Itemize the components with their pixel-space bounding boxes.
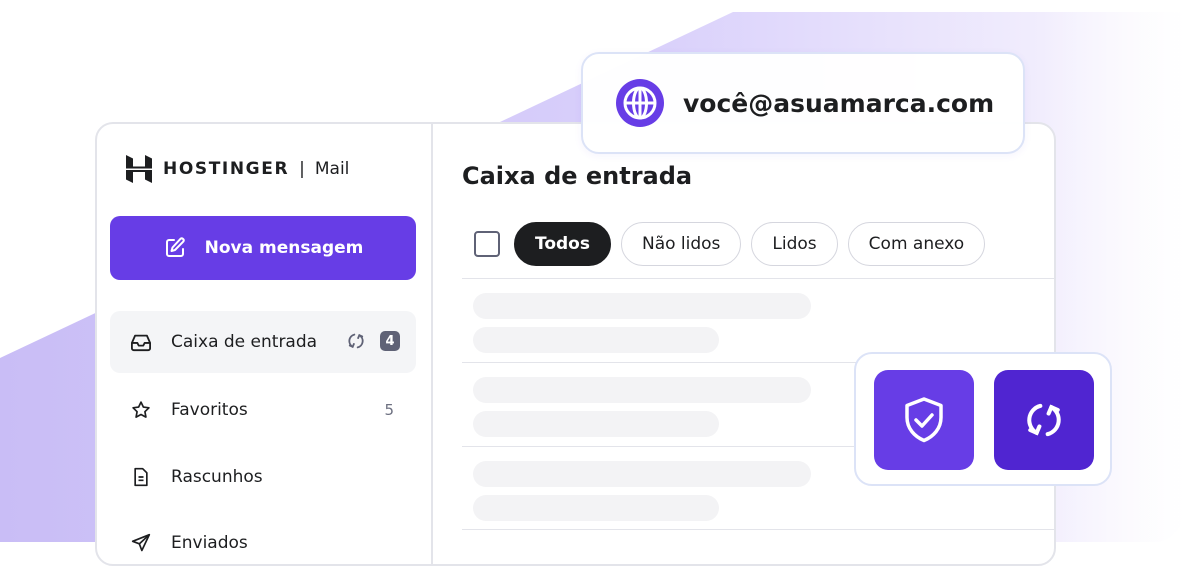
email-address-card: você@asuamarca.com (581, 52, 1025, 154)
inbox-panel: Caixa de entrada Todos Não lidos Lidos C… (433, 124, 1054, 564)
shield-check-icon (905, 397, 943, 443)
pencil-square-icon (165, 237, 185, 257)
hostinger-logo-icon (126, 155, 152, 183)
email-skeleton-line (473, 327, 719, 353)
divider (462, 278, 1054, 279)
star-icon (129, 398, 153, 422)
page-title: Caixa de entrada (462, 162, 693, 190)
email-skeleton-line (473, 495, 719, 521)
file-icon (129, 465, 153, 489)
filter-bar: Todos Não lidos Lidos Com anexo (474, 222, 995, 266)
sidebar-item-drafts[interactable]: Rascunhos (110, 446, 416, 508)
sync-icon (1027, 403, 1061, 437)
actions-card (854, 352, 1112, 486)
sidebar-item-label: Rascunhos (171, 467, 263, 487)
sidebar-item-inbox[interactable]: Caixa de entrada 4 (110, 311, 416, 373)
email-address: você@asuamarca.com (683, 88, 995, 118)
sidebar: HOSTINGER | Mail Nova mensagem Caixa de … (97, 124, 433, 564)
filter-chip-read[interactable]: Lidos (751, 222, 838, 266)
send-icon (129, 531, 153, 555)
inbox-icon (129, 330, 153, 354)
globe-icon (616, 79, 664, 127)
brand-name: HOSTINGER (163, 159, 290, 179)
sync-button[interactable] (994, 370, 1094, 470)
filter-chip-attachments[interactable]: Com anexo (847, 222, 986, 266)
security-button[interactable] (874, 370, 974, 470)
sidebar-item-favorites[interactable]: Favoritos 5 (110, 379, 416, 441)
brand-logo[interactable]: HOSTINGER | Mail (125, 154, 349, 184)
unread-badge: 4 (380, 331, 400, 351)
sidebar-item-label: Enviados (171, 533, 248, 553)
divider (462, 529, 1054, 530)
mail-app-window: HOSTINGER | Mail Nova mensagem Caixa de … (95, 122, 1056, 566)
new-message-label: Nova mensagem (204, 238, 364, 258)
sidebar-item-label: Caixa de entrada (171, 332, 318, 352)
sidebar-item-label: Favoritos (171, 400, 248, 420)
email-skeleton-line (473, 377, 811, 403)
email-skeleton-line (473, 461, 811, 487)
new-message-button[interactable]: Nova mensagem (110, 216, 416, 280)
sync-icon[interactable] (346, 331, 366, 351)
select-all-checkbox[interactable] (474, 231, 500, 257)
email-skeleton-line (473, 411, 719, 437)
item-count: 5 (384, 401, 394, 419)
filter-chip-all[interactable]: Todos (514, 222, 611, 266)
brand-separator: | (299, 159, 305, 179)
email-skeleton-line (473, 293, 811, 319)
sidebar-item-sent[interactable]: Enviados (110, 512, 416, 564)
filter-chip-unread[interactable]: Não lidos (620, 222, 742, 266)
brand-product: Mail (314, 159, 350, 179)
